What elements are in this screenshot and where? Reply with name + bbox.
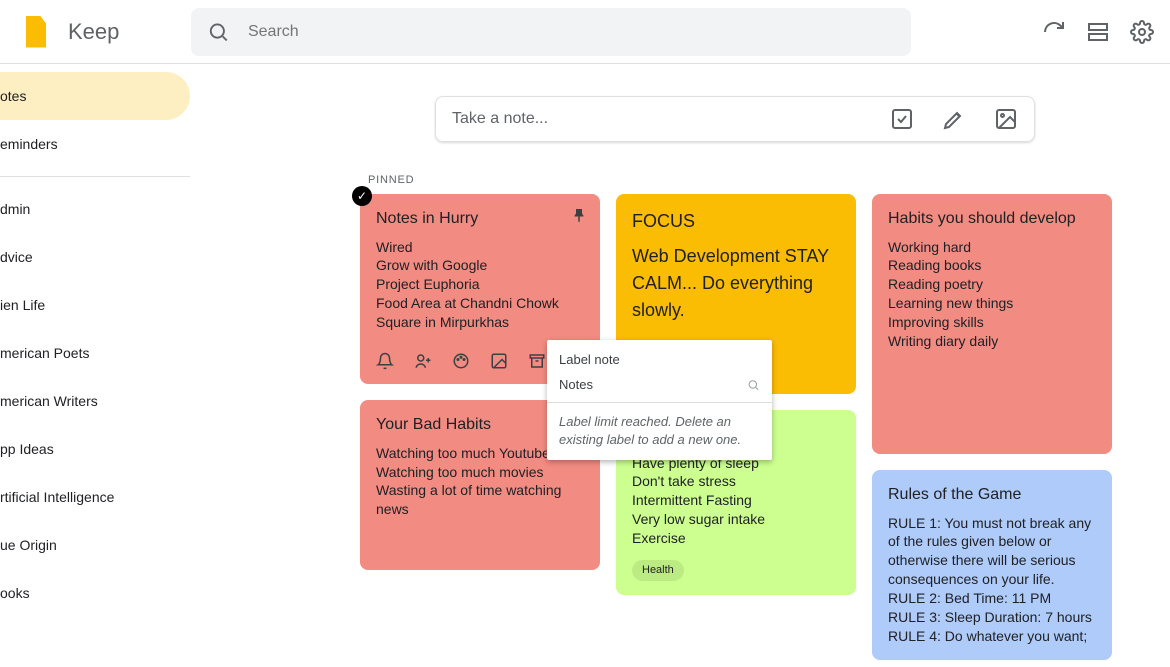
note-line: Square in Mirpurkhas <box>376 313 584 332</box>
sidebar-label-item[interactable]: ooks <box>0 569 190 617</box>
sidebar-item-notes[interactable]: otes <box>0 72 190 120</box>
section-pinned-label: PINNED <box>368 174 1110 186</box>
note-title: FOCUS <box>632 208 840 235</box>
note-line: RULE 2: Bed Time: 11 PM <box>888 589 1096 608</box>
label-popup-title: Label note <box>547 340 772 373</box>
note-card[interactable]: Rules of the Game RULE 1: You must not b… <box>872 470 1112 660</box>
new-list-icon[interactable] <box>890 107 914 131</box>
sidebar-item-reminders[interactable]: eminders <box>0 120 190 168</box>
note-line: Exercise <box>632 529 840 548</box>
sidebar-item-label: merican Writers <box>0 393 98 409</box>
note-line: Grow with Google <box>376 256 584 275</box>
note-line: RULE 1: You must not break any of the ru… <box>888 514 1096 590</box>
note-line: RULE 3: Sleep Duration: 7 hours <box>888 608 1096 627</box>
sidebar-item-label: merican Poets <box>0 345 89 361</box>
note-line: Wasting a lot of time watching news <box>376 481 584 519</box>
note-line: Watching too much movies <box>376 463 584 482</box>
label-search-input[interactable] <box>559 377 741 392</box>
sidebar-label-item[interactable]: dmin <box>0 185 190 233</box>
note-line: Writing diary daily <box>888 332 1096 351</box>
search-icon <box>207 20 230 44</box>
note-line: Project Euphoria <box>376 275 584 294</box>
note-line: Working hard <box>888 238 1096 257</box>
label-popup-message: Label limit reached. Delete an existing … <box>547 402 772 460</box>
reminder-icon[interactable] <box>376 352 394 370</box>
search-bar[interactable] <box>191 8 911 56</box>
take-note-actions <box>890 107 1018 131</box>
sidebar-item-label: ien Life <box>0 297 45 313</box>
app-name: Keep <box>68 19 119 45</box>
new-drawing-icon[interactable] <box>942 107 966 131</box>
selected-badge-icon[interactable]: ✓ <box>352 186 372 206</box>
sidebar-item-label: ue Origin <box>0 537 57 553</box>
sidebar-separator <box>0 176 190 177</box>
note-line: RULE 4: Do whatever you want; <box>888 627 1096 646</box>
image-icon[interactable] <box>490 352 508 370</box>
note-title: Habits you should develop <box>888 208 1096 230</box>
note-card[interactable]: Habits you should develop Working hard R… <box>872 194 1112 454</box>
note-title: Rules of the Game <box>888 484 1096 506</box>
note-line: Reading poetry <box>888 275 1096 294</box>
list-view-icon[interactable] <box>1086 20 1110 44</box>
take-note-placeholder: Take a note... <box>452 110 890 128</box>
note-body: Web Development STAY CALM... Do everythi… <box>632 243 840 324</box>
label-note-popup: Label note Label limit reached. Delete a… <box>547 340 772 460</box>
search-input[interactable] <box>248 23 895 41</box>
refresh-icon[interactable] <box>1042 20 1066 44</box>
settings-gear-icon[interactable] <box>1130 20 1154 44</box>
sidebar-item-label: ooks <box>0 585 30 601</box>
keep-logo <box>16 12 56 52</box>
color-icon[interactable] <box>452 352 470 370</box>
sidebar-label-item[interactable]: ue Origin <box>0 521 190 569</box>
collaborator-icon[interactable] <box>414 352 432 370</box>
label-popup-search <box>547 373 772 402</box>
sidebar-item-label: otes <box>0 88 26 104</box>
sidebar-item-label: dmin <box>0 201 30 217</box>
note-line: Intermittent Fasting <box>632 491 840 510</box>
sidebar-item-label: rtificial Intelligence <box>0 489 114 505</box>
label-chip[interactable]: Health <box>632 560 684 581</box>
search-icon <box>747 378 760 392</box>
sidebar: otes eminders dmin dvice ien Life merica… <box>0 64 190 617</box>
take-note-bar[interactable]: Take a note... <box>435 96 1035 142</box>
note-line: Reading books <box>888 256 1096 275</box>
note-line: Learning new things <box>888 294 1096 313</box>
note-line: Don't take stress <box>632 472 840 491</box>
sidebar-label-item[interactable]: ien Life <box>0 281 190 329</box>
sidebar-item-label: eminders <box>0 136 58 152</box>
note-line: Food Area at Chandni Chowk <box>376 294 584 313</box>
sidebar-label-item[interactable]: dvice <box>0 233 190 281</box>
sidebar-label-item[interactable]: pp Ideas <box>0 425 190 473</box>
note-line: Very low sugar intake <box>632 510 840 529</box>
sidebar-label-item[interactable]: rtificial Intelligence <box>0 473 190 521</box>
note-line: Improving skills <box>888 313 1096 332</box>
sidebar-label-item[interactable]: merican Poets <box>0 329 190 377</box>
note-line: Wired <box>376 238 584 257</box>
archive-icon[interactable] <box>528 352 546 370</box>
sidebar-item-label: pp Ideas <box>0 441 54 457</box>
header: Keep <box>0 0 1170 64</box>
header-actions <box>1042 20 1154 44</box>
pin-icon[interactable] <box>570 206 588 229</box>
sidebar-item-label: dvice <box>0 249 33 265</box>
note-title: Notes in Hurry <box>376 208 584 230</box>
new-image-icon[interactable] <box>994 107 1018 131</box>
sidebar-label-item[interactable]: merican Writers <box>0 377 190 425</box>
